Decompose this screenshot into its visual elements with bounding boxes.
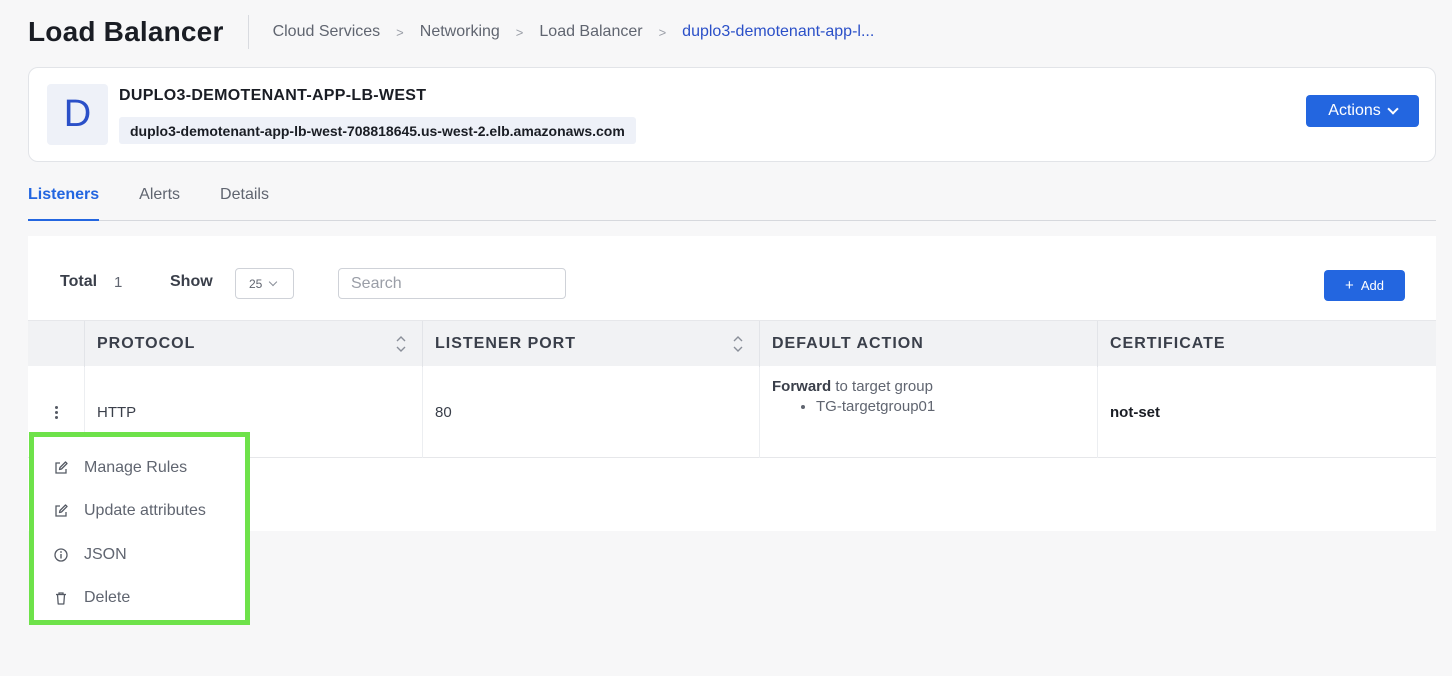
certificate-value: not-set	[1110, 403, 1160, 421]
column-header-default-action: DEFAULT ACTION	[760, 321, 1098, 367]
default-action-text: Forward to target group	[772, 378, 933, 395]
target-group-list: TG-targetgroup01	[816, 398, 935, 415]
column-header-label: LISTENER PORT	[435, 335, 577, 352]
load-balancer-summary-card: D DUPLO3-DEMOTENANT-APP-LB-WEST duplo3-d…	[28, 67, 1436, 162]
info-icon	[54, 548, 68, 562]
sort-icon[interactable]	[396, 335, 406, 353]
plus-icon: +	[1345, 277, 1354, 294]
actions-button-label: Actions	[1328, 102, 1381, 119]
tab-bar: Listeners Alerts Details	[28, 180, 1436, 221]
tab-details[interactable]: Details	[220, 180, 269, 221]
avatar: D	[47, 84, 108, 145]
trash-icon	[56, 592, 66, 605]
load-balancer-name: DUPLO3-DEMOTENANT-APP-LB-WEST	[119, 87, 427, 104]
search-input[interactable]	[338, 268, 566, 299]
edit-icon	[55, 504, 68, 517]
action-verb: Forward	[772, 378, 832, 395]
add-button-label: Add	[1360, 278, 1384, 293]
header-divider	[247, 15, 249, 49]
total-count: 1	[114, 274, 123, 291]
column-header-protocol[interactable]: PROTOCOL	[85, 321, 423, 367]
menu-item-label: JSON	[84, 546, 127, 563]
menu-item-manage-rules[interactable]: Manage Rules	[53, 456, 187, 480]
tab-alerts[interactable]: Alerts	[139, 180, 180, 221]
page-title: Load Balancer	[28, 16, 224, 47]
chevron-down-icon	[1387, 103, 1399, 115]
edit-icon	[55, 461, 68, 474]
kebab-menu-icon[interactable]	[51, 402, 62, 423]
breadcrumb-networking[interactable]: Networking	[420, 23, 500, 41]
breadcrumb-current[interactable]: duplo3-demotenant-app-l...	[682, 23, 874, 41]
row-context-menu: Manage Rules Update attributes JSON Dele…	[29, 432, 250, 625]
sort-icon[interactable]	[733, 335, 743, 353]
action-rest: to target group	[831, 378, 933, 395]
column-header-listener-port[interactable]: LISTENER PORT	[423, 321, 760, 367]
tab-listeners[interactable]: Listeners	[28, 180, 100, 221]
add-button[interactable]: + Add	[1324, 270, 1405, 301]
breadcrumb: Cloud Services > Networking > Load Balan…	[273, 23, 875, 41]
menu-item-label: Update attributes	[84, 502, 206, 519]
chevron-right-icon: >	[396, 24, 404, 40]
column-header-certificate: CERTIFICATE	[1098, 321, 1436, 367]
menu-item-delete[interactable]: Delete	[53, 586, 130, 610]
column-header-label: PROTOCOL	[97, 335, 196, 352]
chevron-right-icon: >	[515, 24, 524, 40]
page-size-value: 25	[249, 276, 263, 291]
column-header-label: CERTIFICATE	[1110, 335, 1226, 352]
actions-button[interactable]: Actions	[1306, 95, 1419, 127]
default-action-cell: Forward to target group TG-targetgroup01	[760, 366, 1098, 458]
page-header: Load Balancer Cloud Services > Networkin…	[28, 12, 874, 52]
menu-item-label: Manage Rules	[84, 459, 188, 476]
column-header-label: DEFAULT ACTION	[772, 335, 924, 352]
target-group-item: TG-targetgroup01	[816, 398, 935, 415]
menu-item-label: Delete	[84, 589, 131, 606]
certificate-cell: not-set	[1098, 366, 1436, 458]
menu-item-json[interactable]: JSON	[53, 543, 127, 567]
chevron-down-icon	[269, 277, 278, 287]
menu-item-update-attributes[interactable]: Update attributes	[53, 499, 206, 523]
chevron-right-icon: >	[658, 24, 667, 40]
breadcrumb-cloud-services[interactable]: Cloud Services	[273, 23, 381, 41]
breadcrumb-load-balancer[interactable]: Load Balancer	[539, 23, 642, 41]
show-label: Show	[170, 273, 213, 290]
page-size-select[interactable]: 25	[235, 268, 294, 299]
table-header: PROTOCOL LISTENER PORT DEFAULT ACTION CE…	[28, 320, 1436, 367]
dns-name-chip: duplo3-demotenant-app-lb-west-708818645.…	[119, 117, 636, 144]
total-label: Total	[60, 273, 98, 290]
listener-port-cell: 80	[423, 366, 760, 458]
menu-column-header	[28, 321, 85, 367]
